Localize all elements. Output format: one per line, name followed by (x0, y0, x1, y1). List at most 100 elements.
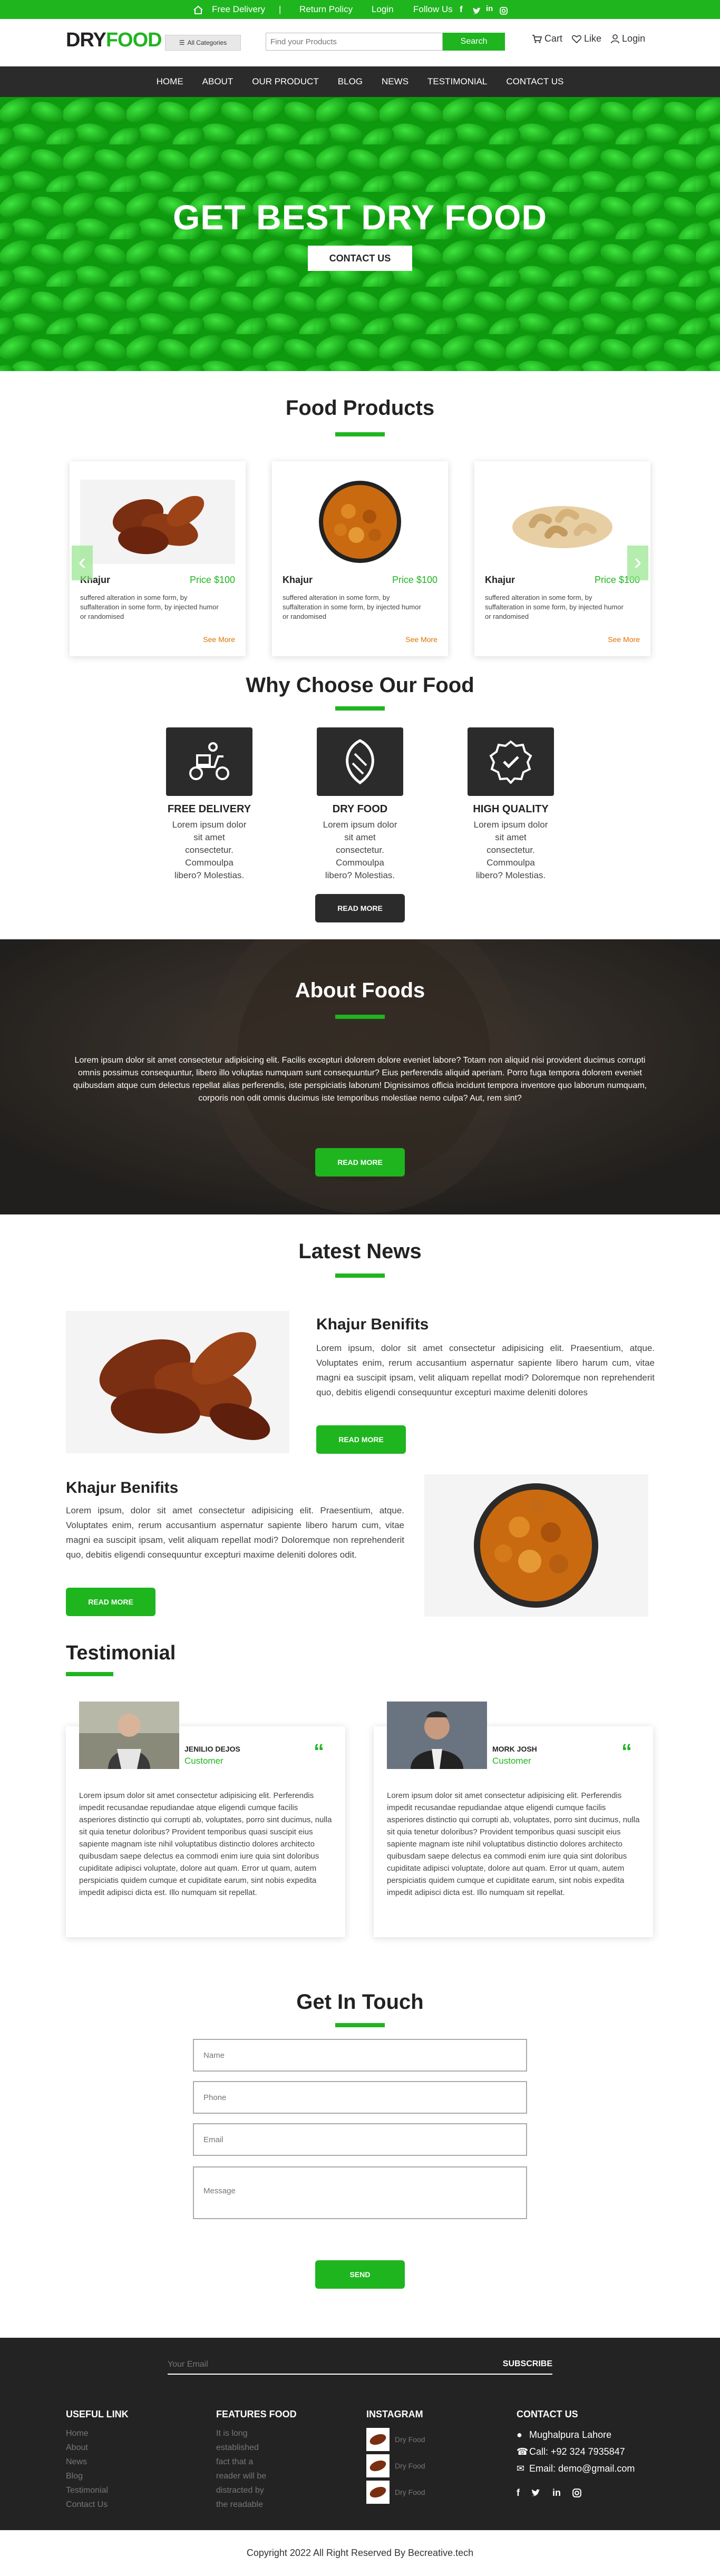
see-more-link[interactable]: See More (608, 635, 640, 644)
linkedin-icon[interactable]: in (486, 4, 493, 13)
instagram-thumbnail (366, 2481, 390, 2504)
header-links: Cart Like Login (532, 33, 645, 44)
instagram-caption: Dry Food (395, 2435, 425, 2444)
about-title-underline (335, 1015, 385, 1019)
features-line: It is long (216, 2429, 248, 2438)
instagram-feed: Dry Food Dry Food Dry Food (366, 2426, 425, 2505)
linkedin-icon[interactable]: in (552, 2484, 561, 2501)
product-card[interactable]: Khajur Price $100 suffered alteration in… (474, 461, 650, 656)
product-card[interactable]: Khajur Price $100 suffered alteration in… (70, 461, 246, 656)
testimonial-title: Testimonial (66, 1642, 176, 1664)
footer-link-about[interactable]: About (66, 2441, 108, 2455)
footer-link-news[interactable]: News (66, 2455, 108, 2469)
nav-blog[interactable]: BLOG (338, 76, 363, 87)
newsletter-email-input[interactable] (168, 2357, 431, 2373)
search-button[interactable]: Search (443, 33, 505, 51)
menu-icon: ☰ (179, 39, 185, 46)
search-input[interactable] (266, 33, 443, 51)
footer-link-home[interactable]: Home (66, 2426, 108, 2441)
site-logo[interactable]: DRYFOOD (66, 29, 162, 52)
carousel-next-arrow[interactable]: › (627, 546, 648, 580)
contact-us-button[interactable]: CONTACT US (308, 246, 412, 271)
nav-about[interactable]: ABOUT (202, 76, 233, 87)
return-policy-link[interactable]: Return Policy (299, 4, 353, 15)
quality-badge-icon (468, 727, 554, 796)
news-read-more-button[interactable]: READ MORE (316, 1425, 406, 1454)
location-pin-icon: ● (517, 2429, 522, 2440)
feature-text: Lorem ipsum dolor sit amet consectetur. … (473, 820, 548, 880)
nav-testimonial[interactable]: TESTIMONIAL (427, 76, 487, 87)
about-read-more-button[interactable]: READ MORE (315, 1148, 405, 1177)
testimonial-title-underline (66, 1672, 113, 1676)
news-title-underline (335, 1274, 385, 1278)
feature-free-delivery: FREE DELIVERY Lorem ipsum dolor sit amet… (143, 727, 275, 882)
twitter-icon[interactable] (473, 5, 481, 16)
instagram-caption: Dry Food (395, 2462, 425, 2470)
instagram-icon[interactable] (500, 5, 508, 16)
phone-text: Call: +92 324 7935847 (529, 2446, 625, 2457)
phone-line: ☎Call: +92 324 7935847 (517, 2443, 635, 2460)
contact-name-field[interactable] (193, 2039, 527, 2072)
carousel-prev-arrow[interactable]: ‹ (72, 546, 93, 580)
facebook-icon[interactable]: f (517, 2484, 520, 2501)
news-read-more-button[interactable]: READ MORE (66, 1588, 155, 1616)
subscribe-button[interactable]: SUBSCRIBE (503, 2359, 552, 2369)
facebook-icon[interactable]: f (460, 4, 463, 15)
login-link[interactable]: Login (611, 33, 645, 44)
send-button[interactable]: SEND (315, 2260, 405, 2289)
footer: SUBSCRIBE USEFUL LINK Home About News Bl… (0, 2338, 720, 2530)
nav-our-product[interactable]: OUR PRODUCT (252, 76, 319, 87)
footer-link-testimonial[interactable]: Testimonial (66, 2483, 108, 2497)
news-item-title[interactable]: Khajur Benifits (316, 1316, 429, 1334)
product-name: Khajur (485, 575, 515, 585)
feature-text: Lorem ipsum dolor sit amet consectetur. … (323, 820, 397, 880)
instagram-thumbnail (366, 2454, 390, 2477)
quote-icon: “ (314, 1740, 324, 1763)
copyright: Copyright 2022 All Right Reserved By Bec… (0, 2530, 720, 2576)
email-text: Email: demo@gmail.com (529, 2463, 635, 2474)
instagram-caption: Dry Food (395, 2488, 425, 2496)
why-read-more-button[interactable]: READ MORE (315, 894, 405, 922)
product-desc: suffered alteration in some form, by suf… (283, 594, 421, 620)
product-card[interactable]: Khajur Price $100 suffered alteration in… (272, 461, 448, 656)
product-price: Price $100 (392, 575, 437, 585)
about-section: About Foods Lorem ipsum dolor sit amet c… (0, 939, 720, 1214)
instagram-title: INSTAGRAM (366, 2409, 423, 2419)
see-more-link[interactable]: See More (203, 635, 235, 644)
instagram-post[interactable]: Dry Food (366, 2426, 425, 2453)
products-title: Food Products (285, 396, 435, 420)
instagram-post[interactable]: Dry Food (366, 2479, 425, 2505)
email-line: ✉ Email: demo@gmail.com (517, 2460, 635, 2477)
footer-link-contact[interactable]: Contact Us (66, 2497, 108, 2512)
topbar-login-link[interactable]: Login (372, 4, 394, 15)
features-food-text: It is long established fact that a reade… (216, 2426, 266, 2512)
free-delivery-text: Free Delivery (212, 4, 266, 14)
categories-dropdown[interactable]: ☰ All Categories (165, 35, 241, 51)
nav-contact-us[interactable]: CONTACT US (506, 76, 563, 87)
cart-link[interactable]: Cart (532, 33, 562, 44)
feature-high-quality: HIGH QUALITY Lorem ipsum dolor sit amet … (445, 727, 577, 882)
contact-message-field[interactable] (193, 2166, 527, 2219)
dates-image (80, 480, 235, 564)
raisins-bowl-image (283, 480, 437, 564)
see-more-link[interactable]: See More (405, 635, 437, 644)
feature-dry-food: DRY FOOD Lorem ipsum dolor sit amet cons… (294, 727, 426, 882)
twitter-icon[interactable] (531, 2489, 541, 2497)
news-item-title[interactable]: Khajur Benifits (66, 1479, 178, 1497)
login-label: Login (622, 33, 646, 44)
topbar-separator: | (279, 4, 281, 14)
nav-news[interactable]: NEWS (382, 76, 408, 87)
contact-phone-field[interactable] (193, 2081, 527, 2114)
instagram-post[interactable]: Dry Food (366, 2453, 425, 2479)
envelope-icon: ✉ (517, 2463, 525, 2474)
top-bar: Free Delivery | Return Policy Login Foll… (0, 0, 720, 19)
contact-email-field[interactable] (193, 2123, 527, 2156)
contact-us-title: CONTACT US (517, 2409, 578, 2419)
testimonial-text: Lorem ipsum dolor sit amet consectetur a… (79, 1791, 332, 1897)
product-price: Price $100 (189, 575, 235, 585)
footer-link-blog[interactable]: Blog (66, 2469, 108, 2483)
footer-contact-info: ● Mughalpura Lahore ☎Call: +92 324 793584… (517, 2426, 635, 2501)
like-link[interactable]: Like (572, 33, 601, 44)
instagram-icon[interactable] (572, 2488, 581, 2497)
nav-home[interactable]: HOME (157, 76, 183, 87)
